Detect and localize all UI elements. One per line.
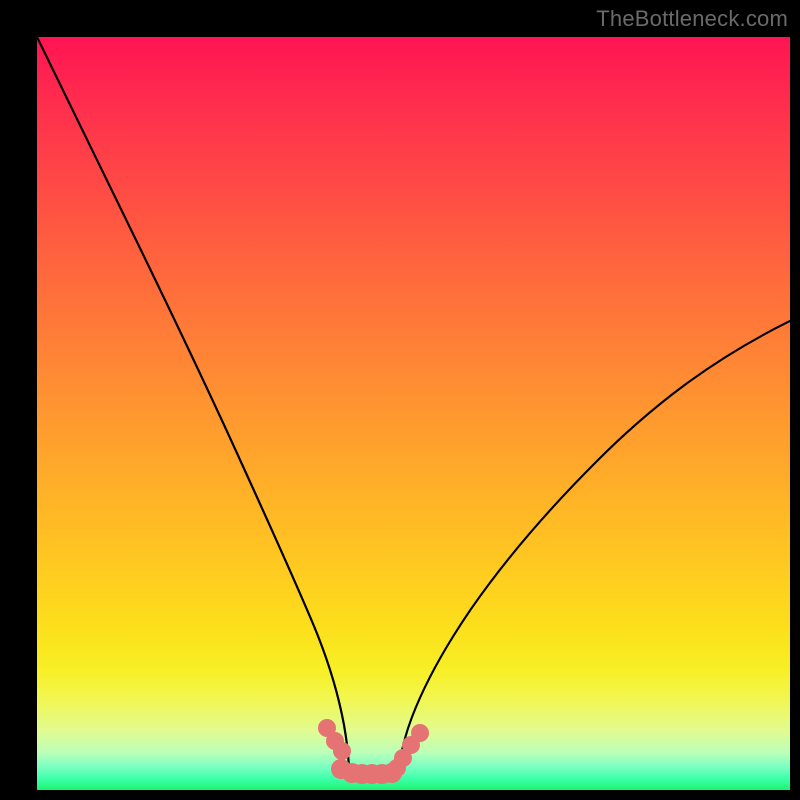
- chart-stage: TheBottleneck.com: [0, 0, 800, 800]
- plot-area: [37, 37, 790, 790]
- left-curve: [37, 37, 349, 773]
- chart-svg: [37, 37, 790, 790]
- valley-markers: [318, 719, 429, 784]
- watermark-text: TheBottleneck.com: [596, 6, 788, 32]
- right-curve: [398, 321, 790, 773]
